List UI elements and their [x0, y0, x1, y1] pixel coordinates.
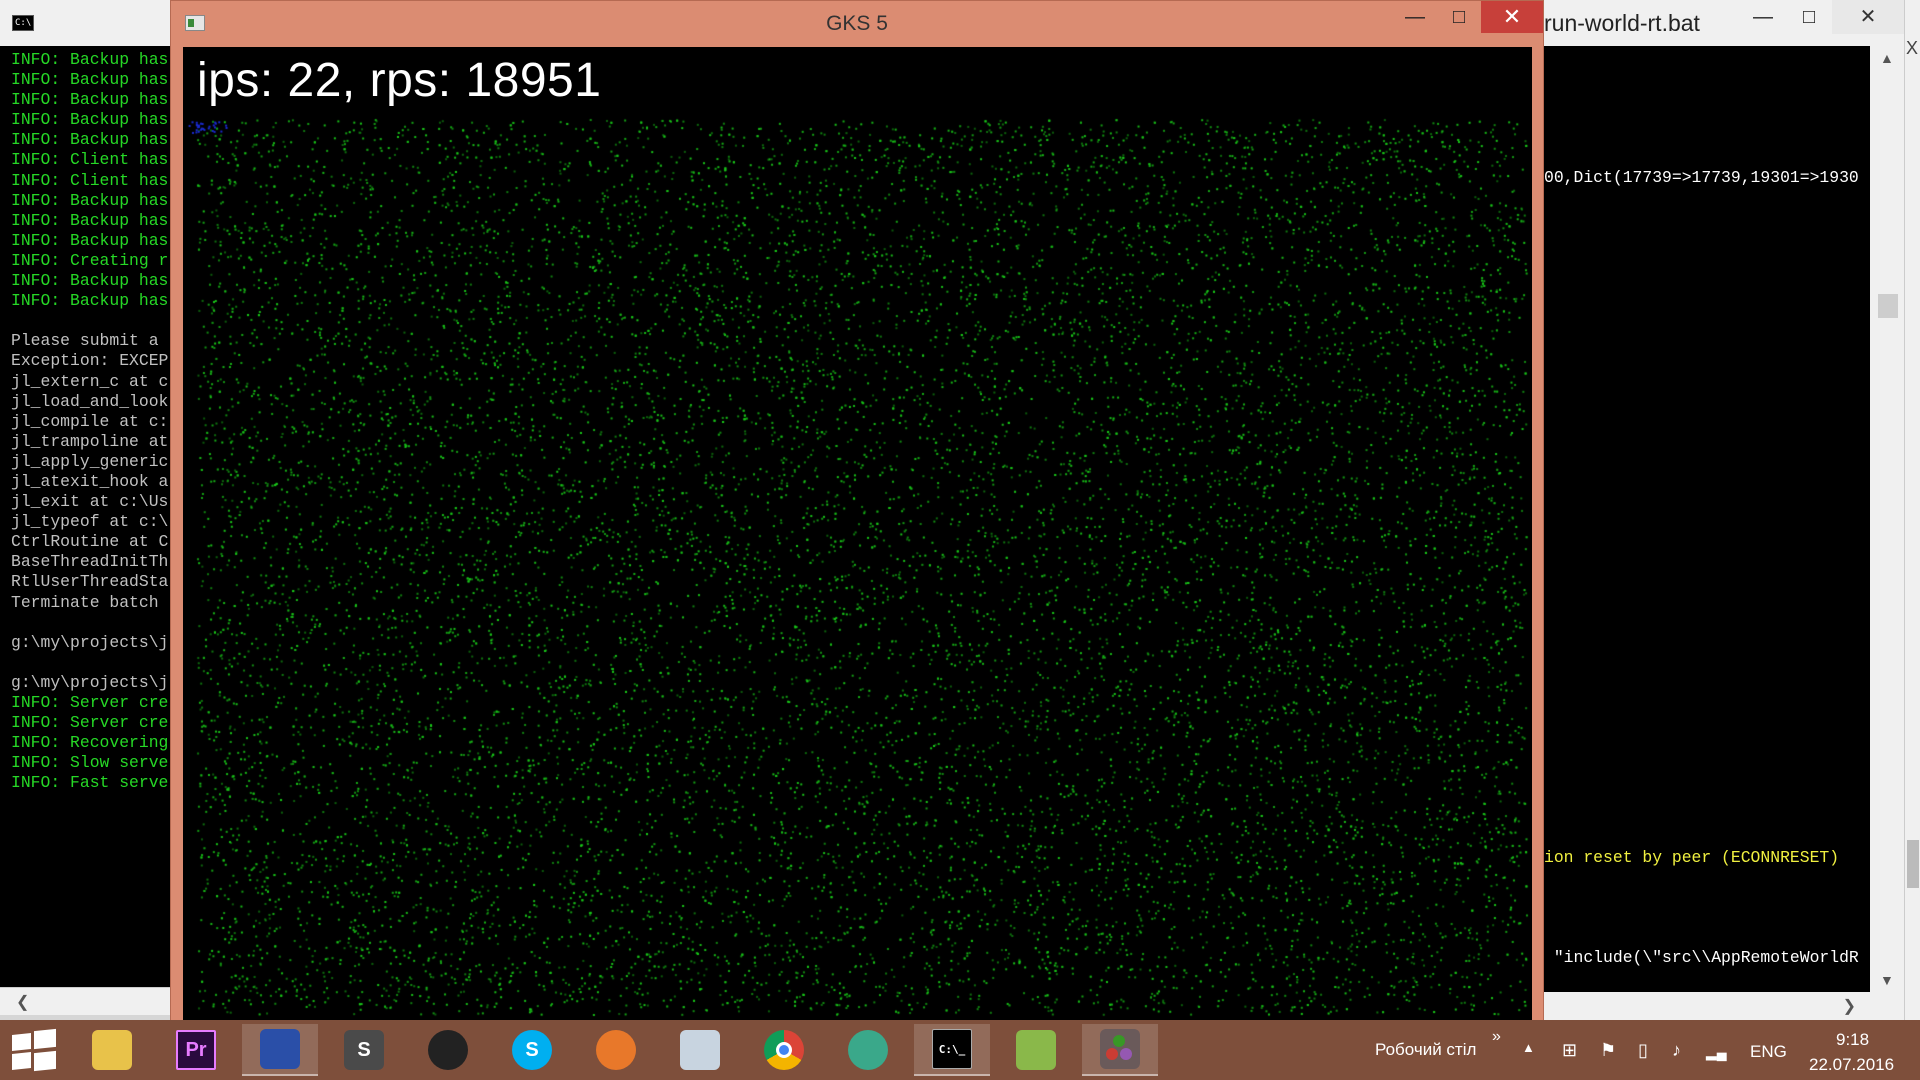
right-console-window[interactable]: run-world-rt.bat — □ ✕ 00,Dict(17739=>17…: [1540, 0, 1904, 1020]
console-line: INFO: Recovering: [11, 733, 169, 753]
console-line: INFO: Server cre: [11, 713, 169, 733]
console-line: Exception: EXCEP: [11, 351, 169, 371]
console-line: jl_load_and_look: [11, 391, 169, 411]
console-error-line: ion reset by peer (ECONNRESET): [1544, 848, 1840, 867]
console-line: INFO: Creating r: [11, 250, 169, 270]
scroll-thumb[interactable]: [1878, 294, 1898, 318]
console-line: INFO: Backup has: [11, 130, 169, 150]
console-line: jl_apply_generic: [11, 451, 169, 471]
console-line: RtlUserThreadSta: [11, 572, 169, 592]
stats-readout: ips: 22, rps: 18951: [197, 54, 602, 107]
scroll-thumb[interactable]: [1907, 840, 1919, 888]
right-console-title: run-world-rt.bat: [1544, 10, 1700, 36]
console-line: jl_compile at c:: [11, 411, 169, 431]
left-console-window[interactable]: C:\ INFO: Backup has INFO: Backup has INFO…: [0, 0, 180, 1015]
particle-field: [183, 47, 1532, 1020]
console-line: g:\my\projects\j: [11, 672, 169, 692]
console-dict-line: 00,Dict(17739=>17739,19301=>1930: [1544, 168, 1859, 187]
volume-icon[interactable]: ♪: [1672, 1040, 1681, 1061]
command-prompt-icon: C:\: [12, 15, 34, 31]
console-line: CtrlRoutine at C: [11, 532, 169, 552]
console-line: INFO: Backup has: [11, 210, 169, 230]
console-include-line: "include(\"src\\AppRemoteWorldR: [1544, 948, 1859, 967]
console-line: INFO: Backup has: [11, 110, 169, 130]
minimize-button[interactable]: —: [1740, 0, 1786, 34]
gks-titlebar[interactable]: GKS 5 — □ ✕: [171, 1, 1543, 47]
console-line: jl_typeof at c:\: [11, 512, 169, 532]
action-center-flag-icon[interactable]: ⚑: [1600, 1040, 1616, 1061]
close-icon[interactable]: X: [1906, 38, 1918, 59]
background-window-edge[interactable]: X: [1904, 0, 1920, 1020]
console-line: INFO: Client has: [11, 170, 169, 190]
battery-icon[interactable]: ▯: [1638, 1040, 1648, 1061]
console-line: jl_trampoline at: [11, 431, 169, 451]
desktop-toolbar-label[interactable]: Робочий стіл: [1375, 1040, 1476, 1060]
left-console-horizontal-scrollbar[interactable]: ❮: [0, 987, 179, 1015]
right-console-vertical-scrollbar[interactable]: ▲ ▼: [1870, 46, 1904, 992]
console-line: INFO: Backup has: [11, 271, 169, 291]
console-line: INFO: Backup has: [11, 230, 169, 250]
taskbar: Pr S S C:\_ Робочий стіл » ▲ ⊞ ⚑ ▯ ♪ ▂▄ ENG…: [0, 1020, 1920, 1080]
console-line: INFO: Client has: [11, 150, 169, 170]
console-line: g:\my\projects\j: [11, 632, 169, 652]
console-line: INFO: Backup has: [11, 190, 169, 210]
console-line: jl_exit at c:\Us: [11, 492, 169, 512]
console-line: INFO: Server cre: [11, 693, 169, 712]
clock-time[interactable]: 9:18: [1836, 1030, 1869, 1050]
right-console-horizontal-scrollbar[interactable]: ❯: [1540, 992, 1904, 1020]
show-hidden-icons-icon[interactable]: ▲: [1522, 1040, 1535, 1055]
console-line: INFO: Backup has: [11, 90, 169, 110]
console-line: INFO: Fast serve: [11, 773, 169, 793]
maximize-button[interactable]: □: [1437, 1, 1481, 33]
simulation-canvas[interactable]: ips: 22, rps: 18951: [183, 47, 1532, 1020]
scroll-up-icon[interactable]: ▲: [1880, 50, 1894, 66]
console-line: INFO: Backup has: [11, 70, 169, 90]
right-console-titlebar[interactable]: run-world-rt.bat — □ ✕: [1540, 0, 1904, 46]
console-line: INFO: Backup has: [11, 291, 169, 311]
toolbar-chevron-icon[interactable]: »: [1492, 1028, 1501, 1046]
scroll-left-icon[interactable]: ❮: [16, 992, 29, 1012]
console-line: BaseThreadInitTh: [11, 552, 169, 572]
network-signal-icon[interactable]: ▂▄: [1706, 1044, 1727, 1061]
language-indicator[interactable]: ENG: [1750, 1042, 1787, 1062]
close-button[interactable]: ✕: [1481, 1, 1543, 33]
scroll-down-icon[interactable]: ▼: [1880, 972, 1894, 988]
left-console-titlebar[interactable]: C:\: [0, 0, 179, 46]
console-line: INFO: Slow serve: [11, 753, 169, 773]
system-tray: Робочий стіл » ▲ ⊞ ⚑ ▯ ♪ ▂▄ ENG 9:18 22.…: [0, 1020, 1920, 1080]
minimize-button[interactable]: —: [1393, 1, 1437, 33]
gks-window-title: GKS 5: [826, 12, 888, 35]
console-line: jl_extern_c at c: [11, 371, 169, 391]
close-button[interactable]: ✕: [1832, 0, 1904, 34]
windows-flag-icon[interactable]: ⊞: [1562, 1040, 1577, 1061]
scroll-right-icon[interactable]: ❯: [1843, 996, 1856, 1016]
console-line: jl_atexit_hook a: [11, 471, 169, 491]
console-line: INFO: Backup has: [11, 50, 169, 69]
console-line: Terminate batch: [11, 592, 169, 612]
console-line: Please submit a: [11, 331, 169, 351]
maximize-button[interactable]: □: [1786, 0, 1832, 34]
left-console-output[interactable]: INFO: Backup has INFO: Backup has INFO: Ba…: [0, 46, 179, 986]
gks-window[interactable]: GKS 5 — □ ✕ ips: 22, rps: 18951: [170, 0, 1544, 1024]
clock-date[interactable]: 22.07.2016: [1809, 1055, 1894, 1075]
